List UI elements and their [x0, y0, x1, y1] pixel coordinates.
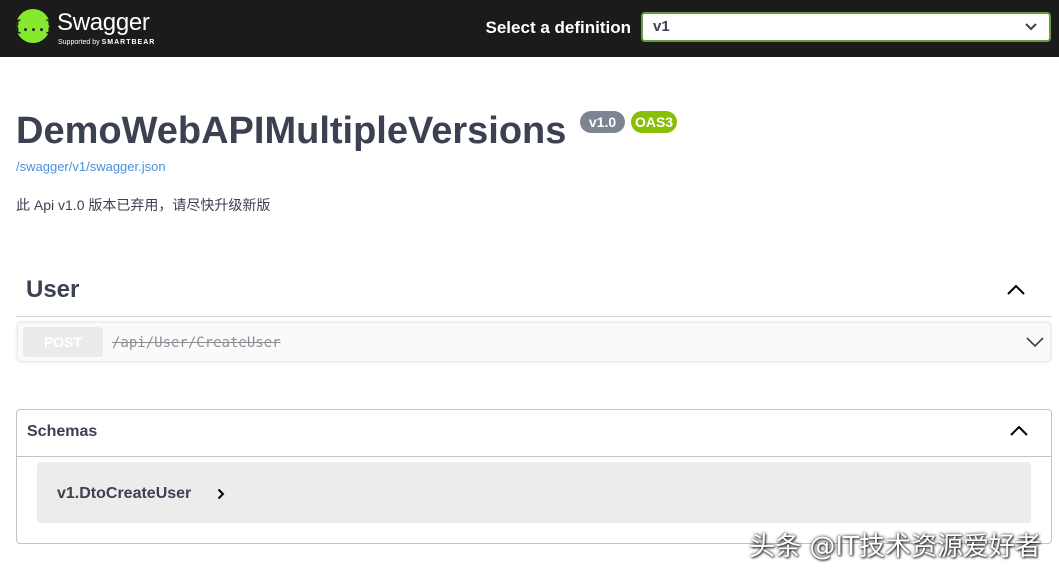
version-badge: v1.0: [580, 111, 625, 133]
definition-select-value: v1: [653, 18, 670, 35]
schemas-header[interactable]: Schemas: [17, 410, 1051, 457]
operation-post-create-user[interactable]: POST /api/User/CreateUser: [17, 322, 1051, 362]
logo-subtitle: Supported by SMARTBEAR: [58, 38, 155, 47]
logo-sub-prefix: Supported by: [58, 39, 100, 46]
oas-badge: OAS3: [631, 111, 677, 133]
model-name: v1.DtoCreateUser: [57, 485, 192, 502]
watermark: 头条 @IT技术资源爱好者: [749, 532, 1041, 562]
logo-sub-brand: SMARTBEAR: [101, 39, 156, 46]
api-title: DemoWebAPIMultipleVersions: [16, 110, 567, 152]
definition-label: Select a definition: [485, 18, 631, 37]
chevron-up-icon[interactable]: [1009, 424, 1029, 436]
method-badge: POST: [23, 327, 103, 357]
chevron-up-icon[interactable]: [1006, 283, 1026, 295]
definition-select[interactable]: v1: [641, 12, 1051, 42]
spec-json-link[interactable]: /swagger/v1/swagger.json: [16, 159, 166, 175]
schemas-section: Schemas v1.DtoCreateUser: [16, 409, 1052, 544]
logo-name[interactable]: Swagger: [57, 9, 150, 37]
tag-title: User: [26, 276, 80, 303]
schemas-title: Schemas: [27, 423, 98, 440]
chevron-down-icon: [1025, 23, 1037, 31]
topbar: {...} Swagger Supported by SMARTBEAR Sel…: [0, 0, 1059, 57]
chevron-down-icon[interactable]: [1026, 336, 1044, 348]
swagger-logo-icon[interactable]: {...}: [13, 9, 54, 43]
model-row[interactable]: v1.DtoCreateUser: [37, 462, 1031, 523]
api-description: 此 Api v1.0 版本已弃用，请尽快升级新版: [16, 197, 271, 213]
chevron-right-icon[interactable]: [217, 488, 225, 500]
tag-user-header[interactable]: User: [16, 270, 1052, 317]
operation-path: /api/User/CreateUser: [112, 335, 281, 351]
